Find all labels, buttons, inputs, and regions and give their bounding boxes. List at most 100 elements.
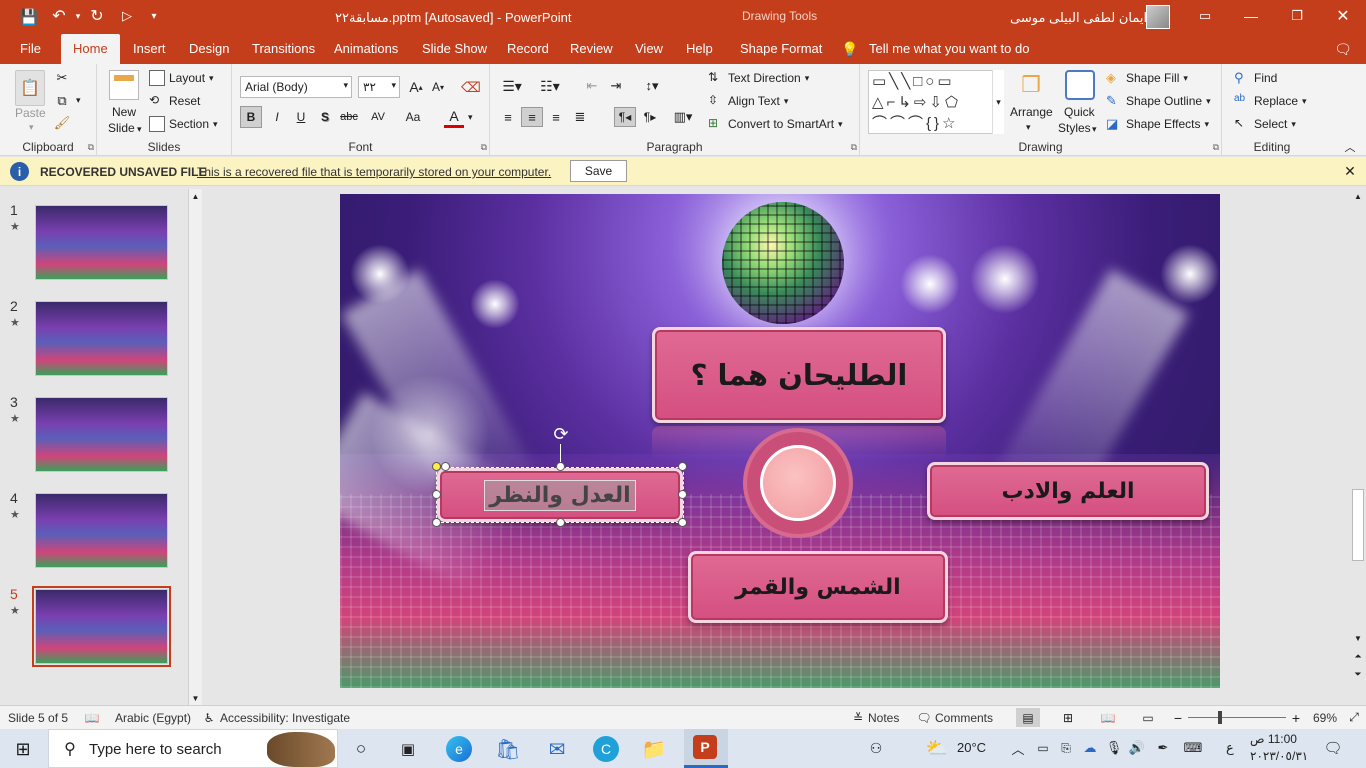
powerpoint-taskbar-button[interactable]: P bbox=[684, 729, 728, 768]
scroll-down-icon[interactable]: ▼ bbox=[1351, 631, 1365, 645]
new-slide-dropdown-icon[interactable]: ▾ bbox=[137, 124, 142, 135]
task-view-icon[interactable]: ▣ bbox=[397, 738, 419, 760]
comments-status-icon[interactable]: 🗨 bbox=[916, 710, 931, 726]
show-hidden-icons-icon[interactable]: ︿ bbox=[1010, 739, 1026, 757]
font-launcher-icon[interactable]: ⧉ bbox=[481, 142, 487, 153]
scroll-up-icon[interactable]: ▲ bbox=[1351, 189, 1365, 203]
close-infobar-icon[interactable]: ✕ bbox=[1342, 162, 1358, 180]
align-left-icon[interactable]: ≡ bbox=[498, 108, 518, 126]
tab-slide-show[interactable]: Slide Show bbox=[422, 34, 487, 64]
slideshow-from-start-icon[interactable]: ▷ bbox=[117, 6, 137, 26]
shape-outline-button[interactable]: ✎ Shape Outline ▾ bbox=[1106, 93, 1211, 109]
answer-bottom-box[interactable]: الشمس والقمر bbox=[688, 551, 948, 623]
comments-icon[interactable]: 🗨 bbox=[1333, 40, 1353, 58]
scroll-thumb[interactable] bbox=[1352, 489, 1364, 561]
find-button[interactable]: ⚲ Find bbox=[1234, 70, 1277, 86]
previous-slide-icon[interactable]: ⏶ bbox=[1351, 649, 1365, 663]
text-direction-button[interactable]: ⇅ Text Direction ▾ bbox=[708, 70, 809, 86]
tab-home[interactable]: Home bbox=[61, 34, 120, 64]
slide-thumbnail-3[interactable] bbox=[35, 397, 168, 472]
columns-icon[interactable]: ▥▾ bbox=[668, 108, 698, 126]
language-indicator[interactable]: Arabic (Egypt) bbox=[115, 711, 191, 725]
tab-shape-format[interactable]: Shape Format bbox=[740, 34, 822, 64]
quick-styles-label-1[interactable]: Quick bbox=[1064, 105, 1095, 119]
fit-to-window-icon[interactable]: ⤢ bbox=[1345, 708, 1363, 727]
quick-styles-label-2[interactable]: Styles bbox=[1058, 121, 1091, 135]
italic-button[interactable]: I bbox=[266, 106, 288, 128]
justify-icon[interactable]: ≣ bbox=[570, 108, 590, 126]
font-name-box[interactable]: Arial (Body) ▾ bbox=[240, 76, 352, 98]
increase-font-icon[interactable]: A ▴ bbox=[407, 77, 425, 97]
windows-start-icon[interactable]: ⊞ bbox=[12, 738, 34, 760]
align-center-icon[interactable]: ≡ bbox=[521, 107, 543, 127]
paste-button[interactable]: Paste bbox=[15, 106, 46, 120]
answer-right-box[interactable]: العلم والادب bbox=[927, 462, 1209, 520]
mail-icon[interactable]: ✉ bbox=[543, 736, 571, 762]
comments-button[interactable]: Comments bbox=[935, 711, 993, 725]
zoom-level[interactable]: 69% bbox=[1313, 711, 1337, 725]
undo-dropdown-icon[interactable]: ▾ bbox=[72, 6, 84, 26]
slideshow-view-icon[interactable]: ▭ bbox=[1138, 708, 1158, 727]
arrange-button[interactable]: Arrange bbox=[1010, 105, 1053, 119]
tab-review[interactable]: Review bbox=[570, 34, 613, 64]
slide-canvas[interactable]: الطليحان هما ؟ العدل والنظر ⟳ العلم والا… bbox=[340, 194, 1220, 688]
cut-icon[interactable]: ✂ bbox=[54, 70, 70, 86]
bold-button[interactable]: B bbox=[240, 106, 262, 128]
volume-icon[interactable]: 🔊 bbox=[1128, 739, 1146, 757]
resize-handle-nw[interactable] bbox=[441, 462, 450, 471]
tab-help[interactable]: Help bbox=[686, 34, 713, 64]
scroll-up-icon[interactable]: ▲ bbox=[189, 189, 202, 203]
font-color-dropdown-icon[interactable]: ▾ bbox=[468, 112, 473, 123]
device-icon[interactable]: ⎘ bbox=[1058, 739, 1074, 757]
save-icon[interactable]: 💾 bbox=[20, 8, 39, 26]
zoom-slider-track[interactable] bbox=[1188, 717, 1286, 718]
scroll-down-icon[interactable]: ▼ bbox=[189, 691, 202, 705]
battery-icon[interactable]: ▭ bbox=[1034, 739, 1052, 757]
reset-button[interactable]: ⟲ Reset bbox=[149, 93, 200, 109]
copy-dropdown-icon[interactable]: ▾ bbox=[76, 95, 81, 106]
file-explorer-icon[interactable]: 📁 bbox=[640, 736, 668, 762]
input-language[interactable]: ع bbox=[1226, 740, 1234, 756]
spelling-icon[interactable]: 📖 bbox=[84, 710, 100, 726]
center-circle-outer[interactable] bbox=[747, 432, 849, 534]
clipboard-launcher-icon[interactable]: ⧉ bbox=[88, 142, 94, 153]
arrange-dropdown-icon[interactable]: ▾ bbox=[1026, 122, 1031, 133]
new-slide-icon[interactable] bbox=[109, 70, 139, 100]
thumbs-scrollbar[interactable]: ▲ ▼ bbox=[188, 189, 202, 705]
shapes-gallery[interactable]: ▭╲╲□○▭ △⌐↳⇨⇩⬠ ⌒⌒⌒{}☆ bbox=[868, 70, 1004, 134]
copy-icon[interactable]: ⧉ bbox=[54, 93, 70, 109]
increase-indent-icon[interactable]: ⇥ bbox=[606, 77, 626, 95]
edge-icon[interactable]: e bbox=[446, 736, 472, 762]
shape-effects-button[interactable]: ◪ Shape Effects ▾ bbox=[1106, 116, 1209, 132]
minimize-icon[interactable]: — bbox=[1239, 6, 1263, 26]
font-color-icon[interactable]: A bbox=[444, 106, 464, 128]
underline-button[interactable]: U bbox=[290, 106, 312, 128]
store-icon[interactable]: 🛍 bbox=[495, 736, 521, 762]
resize-handle-n[interactable] bbox=[556, 462, 565, 471]
quick-styles-icon[interactable] bbox=[1065, 70, 1095, 100]
strikethrough-button[interactable]: abc bbox=[336, 106, 362, 128]
tab-animations[interactable]: Animations bbox=[334, 34, 398, 64]
zoom-slider-thumb[interactable] bbox=[1218, 711, 1222, 724]
reading-view-icon[interactable]: 📖 bbox=[1098, 708, 1118, 727]
close-icon[interactable]: ✕ bbox=[1331, 5, 1355, 27]
resize-handle-e[interactable] bbox=[678, 490, 687, 499]
normal-view-icon[interactable]: ▤ bbox=[1016, 708, 1040, 727]
resize-handle-se[interactable] bbox=[678, 518, 687, 527]
pen-workspace-icon[interactable]: ✒ bbox=[1154, 739, 1172, 757]
rtl-icon[interactable]: ¶◂ bbox=[614, 107, 636, 127]
shadow-button[interactable]: S bbox=[314, 106, 336, 128]
slide-scrollbar[interactable]: ▲ ▼ ⏶ ⏷ bbox=[1350, 187, 1366, 705]
line-spacing-icon[interactable]: ↕▾ bbox=[638, 77, 666, 95]
change-case-button[interactable]: Aa bbox=[398, 106, 428, 128]
tab-design[interactable]: Design bbox=[189, 34, 229, 64]
ribbon-display-options-icon[interactable]: ▭ bbox=[1193, 6, 1217, 26]
align-text-button[interactable]: ⇳ Align Text ▾ bbox=[708, 93, 788, 109]
tab-file[interactable]: File bbox=[20, 34, 41, 64]
temperature[interactable]: 20°C bbox=[957, 740, 986, 755]
resize-handle-s[interactable] bbox=[556, 518, 565, 527]
layout-button[interactable]: Layout ▾ bbox=[149, 70, 214, 86]
taskbar-search-box[interactable]: ⚲ Type here to search bbox=[48, 729, 338, 768]
adjust-handle[interactable] bbox=[432, 462, 441, 471]
tab-record[interactable]: Record bbox=[507, 34, 549, 64]
